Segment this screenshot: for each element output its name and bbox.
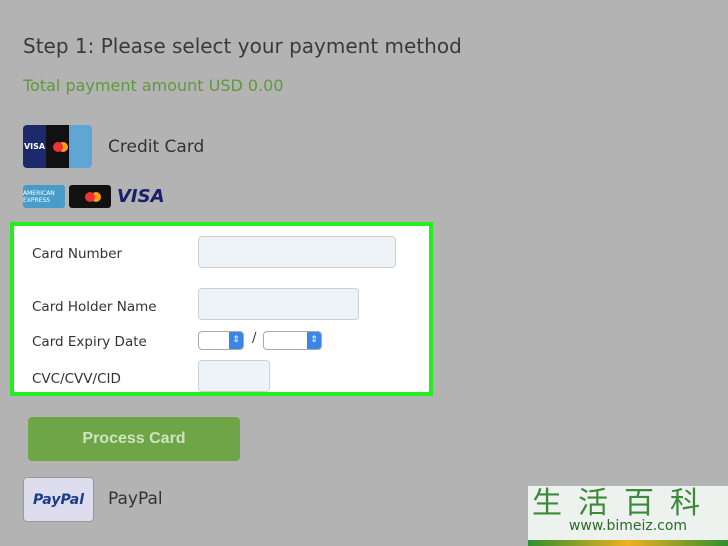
expiry-label: Card Expiry Date: [32, 334, 147, 350]
paypal-label[interactable]: PayPal: [108, 489, 163, 509]
cvc-input[interactable]: [198, 360, 270, 392]
card-number-input[interactable]: [198, 236, 396, 268]
cvc-label: CVC/CVV/CID: [32, 371, 121, 387]
chevron-updown-icon: ⇕: [307, 332, 321, 349]
watermark-chars: 生活百科: [532, 486, 716, 521]
holder-input[interactable]: [198, 288, 359, 320]
credit-card-label[interactable]: Credit Card: [108, 137, 204, 157]
card-number-label: Card Number: [32, 246, 123, 262]
amex-logo: AMERICAN EXPRESS: [23, 185, 65, 208]
card-form: Card Number Card Holder Name Card Expiry…: [10, 222, 433, 396]
page-title: Step 1: Please select your payment metho…: [23, 34, 462, 58]
credit-card-icon[interactable]: VISA: [23, 125, 92, 168]
expiry-separator: /: [252, 331, 257, 346]
process-card-button[interactable]: Process Card: [28, 417, 240, 461]
paypal-icon[interactable]: PayPal: [23, 477, 94, 522]
chevron-updown-icon: ⇕: [229, 332, 243, 349]
holder-label: Card Holder Name: [32, 299, 157, 315]
expiry-year-select[interactable]: ⇕: [263, 331, 322, 350]
visa-logo: VISA: [23, 125, 46, 168]
visa-logo: VISA: [117, 186, 165, 207]
mastercard-logo: [69, 185, 111, 208]
total-amount: Total payment amount USD 0.00: [23, 76, 284, 95]
watermark: 生活百科 www.bimeiz.com: [528, 486, 728, 546]
expiry-month-select[interactable]: ⇕: [198, 331, 244, 350]
